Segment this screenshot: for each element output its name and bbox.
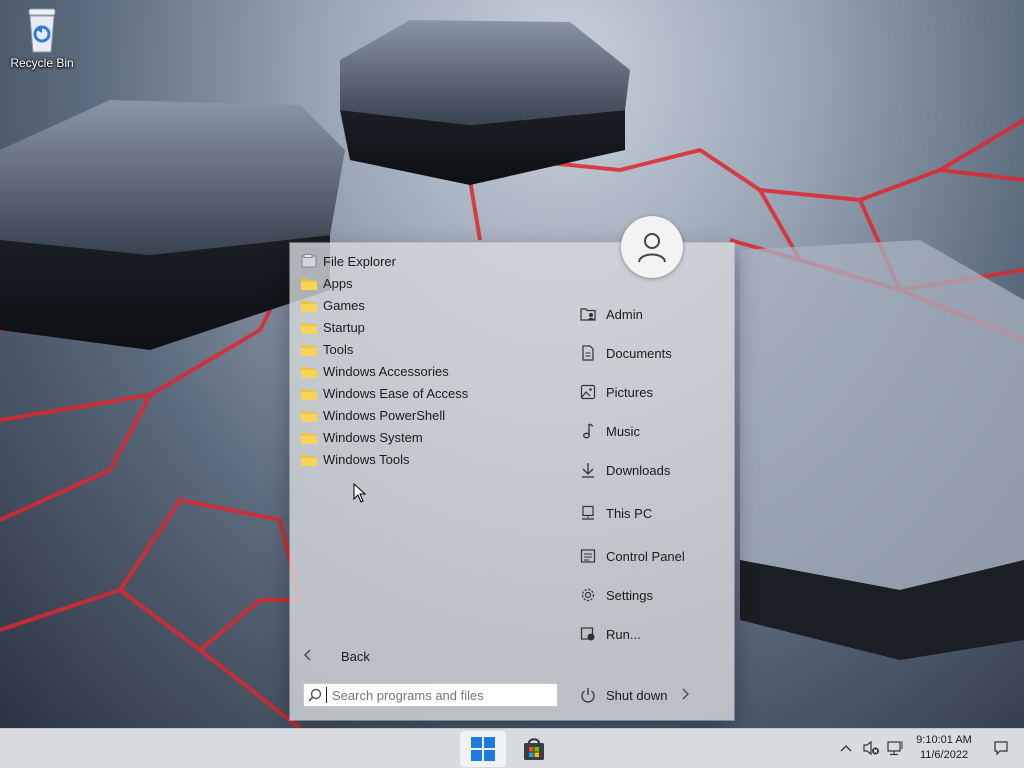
clock-date: 11/6/2022	[919, 749, 969, 761]
folder-icon	[300, 407, 318, 423]
program-folder-apps[interactable]: Apps	[298, 272, 558, 294]
chevron-right-icon[interactable]	[681, 688, 690, 703]
folder-icon	[300, 297, 318, 313]
folder-icon	[300, 385, 318, 401]
file-explorer-icon	[300, 253, 318, 269]
taskbar: 9:10:01 AM 11/6/2022	[0, 728, 1024, 768]
place-settings[interactable]: Settings	[578, 582, 728, 608]
computer-icon	[578, 504, 598, 522]
folder-icon	[300, 363, 318, 379]
place-documents[interactable]: Documents	[578, 340, 728, 366]
place-run[interactable]: Run...	[578, 621, 728, 647]
search-box[interactable]	[303, 683, 558, 707]
taskbar-clock[interactable]: 9:10:01 AM 11/6/2022	[908, 733, 980, 763]
user-folder-icon	[578, 305, 598, 323]
download-icon	[578, 461, 598, 479]
clock-time: 9:10:01 AM	[916, 734, 972, 746]
place-control-panel[interactable]: Control Panel	[578, 543, 728, 569]
place-pictures[interactable]: Pictures	[578, 379, 728, 405]
start-button[interactable]	[460, 731, 506, 767]
folder-icon	[300, 319, 318, 335]
chevron-left-icon	[303, 648, 321, 664]
program-folder-windows-tools[interactable]: Windows Tools	[298, 448, 558, 470]
power-icon	[578, 687, 598, 703]
folder-icon	[300, 451, 318, 467]
program-folder-windows-system[interactable]: Windows System	[298, 426, 558, 448]
store-icon	[524, 738, 544, 760]
place-this-pc[interactable]: This PC	[578, 500, 728, 526]
place-music[interactable]: Music	[578, 418, 728, 444]
program-folder-windows-ease-of-access[interactable]: Windows Ease of Access	[298, 382, 558, 404]
mouse-cursor-icon	[353, 482, 367, 506]
desktop-icon-label: Recycle Bin	[10, 56, 74, 70]
program-folder-games[interactable]: Games	[298, 294, 558, 316]
desktop-icon-recycle-bin[interactable]: Recycle Bin	[6, 6, 78, 70]
music-icon	[578, 422, 598, 440]
program-folder-startup[interactable]: Startup	[298, 316, 558, 338]
back-button[interactable]: Back	[303, 645, 370, 667]
folder-icon	[300, 429, 318, 445]
user-icon	[638, 233, 666, 263]
gear-icon	[578, 586, 598, 604]
user-avatar[interactable]	[621, 216, 683, 278]
recycle-bin-icon	[22, 6, 62, 54]
search-icon	[304, 688, 326, 702]
network-icon[interactable]	[886, 739, 904, 757]
document-icon	[578, 344, 598, 362]
notification-icon[interactable]	[992, 739, 1010, 757]
control-panel-icon	[578, 547, 598, 565]
folder-icon	[300, 341, 318, 357]
folder-icon	[300, 275, 318, 291]
search-input[interactable]	[326, 687, 557, 703]
volume-muted-icon[interactable]	[862, 739, 880, 757]
windows-logo-icon	[471, 737, 495, 761]
picture-icon	[578, 383, 598, 401]
program-folder-windows-accessories[interactable]: Windows Accessories	[298, 360, 558, 382]
tray-overflow-chevron-icon[interactable]	[837, 739, 855, 757]
program-file-explorer[interactable]: File Explorer	[298, 250, 558, 272]
program-folder-windows-powershell[interactable]: Windows PowerShell	[298, 404, 558, 426]
place-downloads[interactable]: Downloads	[578, 457, 728, 483]
taskbar-store-button[interactable]	[511, 731, 557, 767]
program-list: File Explorer Apps Games Startup Tools W…	[298, 250, 558, 470]
shutdown-button[interactable]: Shut down	[578, 683, 690, 707]
place-admin[interactable]: Admin	[578, 301, 728, 327]
run-icon	[578, 625, 598, 643]
program-folder-tools[interactable]: Tools	[298, 338, 558, 360]
